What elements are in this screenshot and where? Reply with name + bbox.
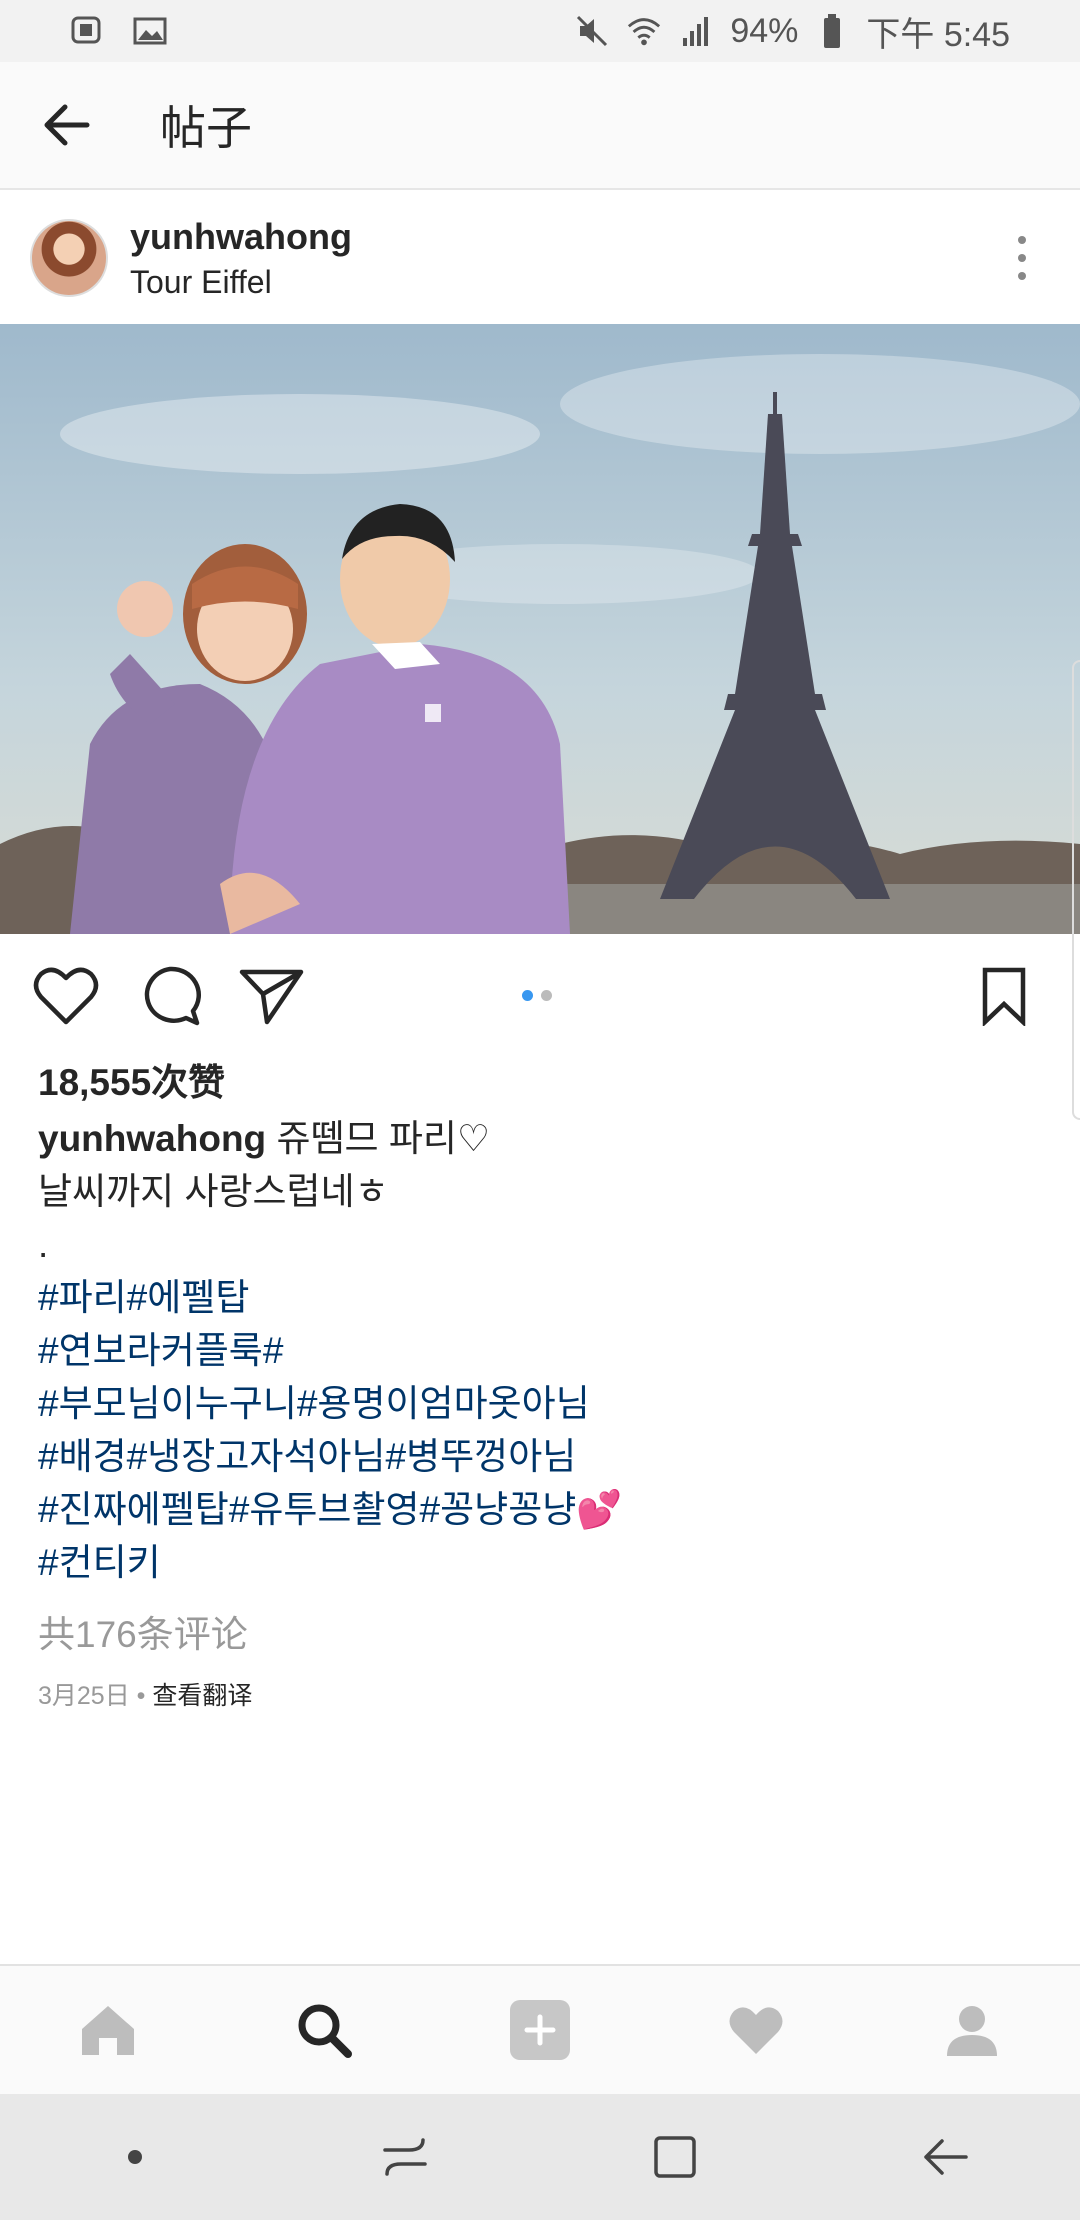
caption-line: 날씨까지 사랑스럽네ㅎ xyxy=(38,1171,389,1212)
post-location[interactable]: Tour Eiffel xyxy=(130,264,352,301)
nav-profile[interactable] xyxy=(927,1985,1017,2075)
home-icon xyxy=(82,2006,134,2055)
home-square-icon xyxy=(654,2136,696,2178)
like-button[interactable] xyxy=(30,960,102,1032)
instagram-post-screen: 94% 下午 5:45 帖子 yunhwahong Tour Eiffel 18… xyxy=(0,0,1080,2220)
post-date: 3月25日 xyxy=(38,1682,130,1710)
battery-icon xyxy=(814,13,850,49)
pager-dot xyxy=(541,990,552,1001)
heart-icon xyxy=(33,967,99,1025)
comment-button[interactable] xyxy=(134,960,206,1032)
wifi-icon xyxy=(626,13,662,49)
caption-text: 쥬뗌므 파리♡ xyxy=(276,1118,491,1159)
bottom-navigation xyxy=(0,1964,1080,2094)
mute-icon xyxy=(574,13,610,49)
caption-username[interactable]: yunhwahong xyxy=(38,1118,266,1159)
pager-dot-active xyxy=(522,990,533,1001)
add-icon xyxy=(510,2000,570,2060)
share-button[interactable] xyxy=(236,960,308,1032)
comment-icon xyxy=(144,966,201,1026)
post-header: yunhwahong Tour Eiffel xyxy=(0,192,1080,324)
post-actions xyxy=(0,950,1080,1042)
app-notification-icon xyxy=(70,13,106,49)
avatar[interactable] xyxy=(30,219,108,297)
clock: 下午 5:45 xyxy=(866,15,1010,54)
back-nav-button[interactable] xyxy=(905,2117,985,2197)
battery-percent: 94% xyxy=(730,11,799,50)
caption-line: . xyxy=(38,1224,49,1265)
system-navigation-bar xyxy=(0,2094,1080,2220)
post-username[interactable]: yunhwahong xyxy=(130,216,352,258)
back-button[interactable] xyxy=(34,93,98,157)
more-dot-icon xyxy=(1018,272,1026,280)
nav-search[interactable] xyxy=(279,1985,369,2075)
hashtag-line[interactable]: #연보라커플룩# xyxy=(38,1324,1038,1377)
nav-add[interactable] xyxy=(495,1985,585,2075)
image-notification-icon xyxy=(132,13,168,49)
nav-activity[interactable] xyxy=(711,1985,801,2075)
more-dot-icon xyxy=(1018,236,1026,244)
nav-dot-button[interactable] xyxy=(95,2117,175,2197)
profile-icon xyxy=(947,2006,997,2056)
post-meta: 3月25日 • 查看翻译 xyxy=(38,1676,252,1712)
save-button[interactable] xyxy=(968,960,1040,1032)
hashtag-line[interactable]: #파리#에펠탑 xyxy=(38,1271,1038,1324)
more-dot-icon xyxy=(1018,254,1026,262)
view-comments-link[interactable]: 共176条评论 xyxy=(38,1604,248,1658)
activity-heart-icon xyxy=(729,2007,783,2054)
nav-home[interactable] xyxy=(63,1985,153,2075)
status-bar: 94% 下午 5:45 xyxy=(0,0,1080,62)
page-title: 帖子 xyxy=(160,102,252,154)
recent-apps-button[interactable] xyxy=(365,2117,445,2197)
arrow-left-icon xyxy=(44,104,90,146)
home-button[interactable] xyxy=(635,2117,715,2197)
caption-line: yunhwahong 쥬뗌므 파리♡ xyxy=(38,1112,1038,1165)
search-icon xyxy=(298,2004,352,2058)
share-icon xyxy=(239,969,304,1025)
see-translation-link[interactable]: 查看翻译 xyxy=(152,1682,252,1710)
image-pager xyxy=(522,990,552,1001)
back-icon xyxy=(924,2139,968,2175)
edge-panel-handle[interactable] xyxy=(1072,660,1080,1120)
likes-count[interactable]: 18,555次赞 xyxy=(38,1052,225,1106)
bookmark-icon xyxy=(982,967,1026,1026)
eiffel-tower-photo xyxy=(0,324,1080,934)
more-options-button[interactable] xyxy=(1012,228,1032,288)
hashtag-line[interactable]: #부모님이누구니#용명이엄마옷아님 xyxy=(38,1377,1038,1430)
post-photo[interactable] xyxy=(0,324,1080,934)
post-caption: yunhwahong 쥬뗌므 파리♡ 날씨까지 사랑스럽네ㅎ . #파리#에펠탑… xyxy=(38,1112,1038,1589)
hashtag-line[interactable]: #배경#냉장고자석아님#병뚜껑아님 xyxy=(38,1430,1038,1483)
app-header: 帖子 xyxy=(0,62,1080,190)
hashtag-line[interactable]: #컨티키 xyxy=(38,1536,1038,1589)
meta-separator: • xyxy=(129,1682,153,1710)
hashtag-line[interactable]: #진짜에펠탑#유투브촬영#꽁냥꽁냥💕 xyxy=(38,1483,1038,1536)
dot-icon xyxy=(128,2150,142,2164)
signal-icon xyxy=(678,13,714,49)
recent-apps-icon xyxy=(383,2138,427,2176)
